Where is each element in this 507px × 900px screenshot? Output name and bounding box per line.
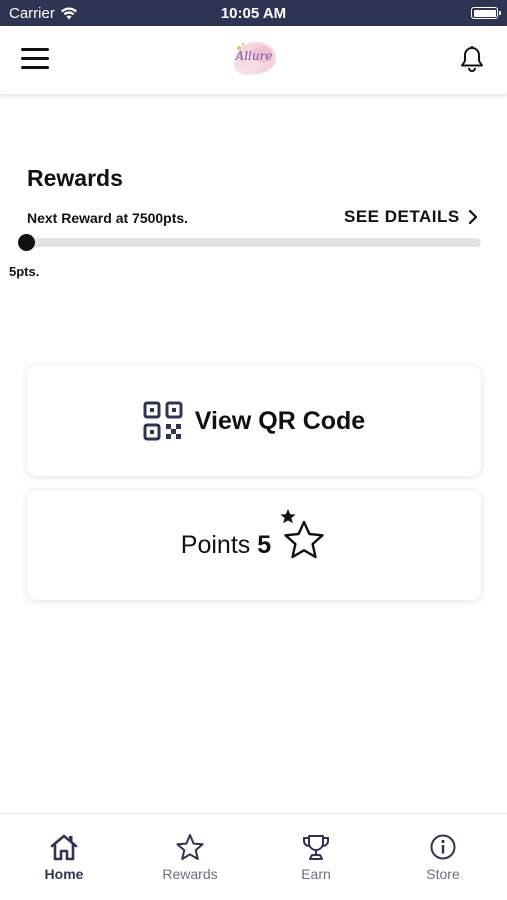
star-icon: [176, 834, 204, 860]
tab-rewards[interactable]: Rewards: [135, 814, 245, 900]
bell-icon[interactable]: [459, 45, 485, 73]
next-reward-label: Next Reward at 7500pts.: [27, 210, 189, 226]
tab-label: Home: [44, 866, 84, 882]
logo-wordmark: Allure: [235, 49, 273, 63]
status-time: 10:05 AM: [220, 5, 287, 22]
tab-earn[interactable]: Earn: [261, 814, 371, 900]
app-header: Allure: [0, 26, 507, 94]
status-bar: Carrier 10:05 AM: [0, 0, 507, 26]
rewards-progress-knob: [18, 234, 35, 251]
rewards-heading: Rewards: [27, 165, 123, 191]
home-icon: [50, 834, 78, 861]
see-details-label: SEE DETAILS: [344, 207, 460, 226]
view-qr-code-button[interactable]: View QR Code: [27, 366, 481, 476]
star-icon: [280, 509, 324, 559]
view-qr-code-label: View QR Code: [194, 406, 366, 435]
current-points-label: 5pts.: [9, 264, 40, 279]
trophy-icon: [302, 835, 330, 860]
points-value: 5: [257, 530, 272, 559]
bottom-tab-bar: Home Rewards Earn Store: [0, 813, 507, 900]
info-icon: [430, 834, 456, 860]
tab-label: Earn: [301, 866, 331, 882]
tab-label: Store: [426, 866, 460, 882]
see-details-link[interactable]: SEE DETAILS: [344, 207, 478, 227]
brand-logo: Allure: [226, 32, 282, 88]
points-label: Points: [180, 530, 251, 559]
tab-home[interactable]: Home: [9, 814, 119, 900]
chevron-right-icon: [468, 209, 477, 225]
points-card: Points 5: [27, 490, 481, 600]
hamburger-menu-icon[interactable]: [21, 48, 49, 70]
rewards-progress-bar: [27, 238, 481, 247]
tab-store[interactable]: Store: [388, 814, 498, 900]
tab-label: Rewards: [162, 866, 218, 882]
battery-icon: [471, 7, 501, 19]
qr-code-icon: [143, 401, 183, 441]
